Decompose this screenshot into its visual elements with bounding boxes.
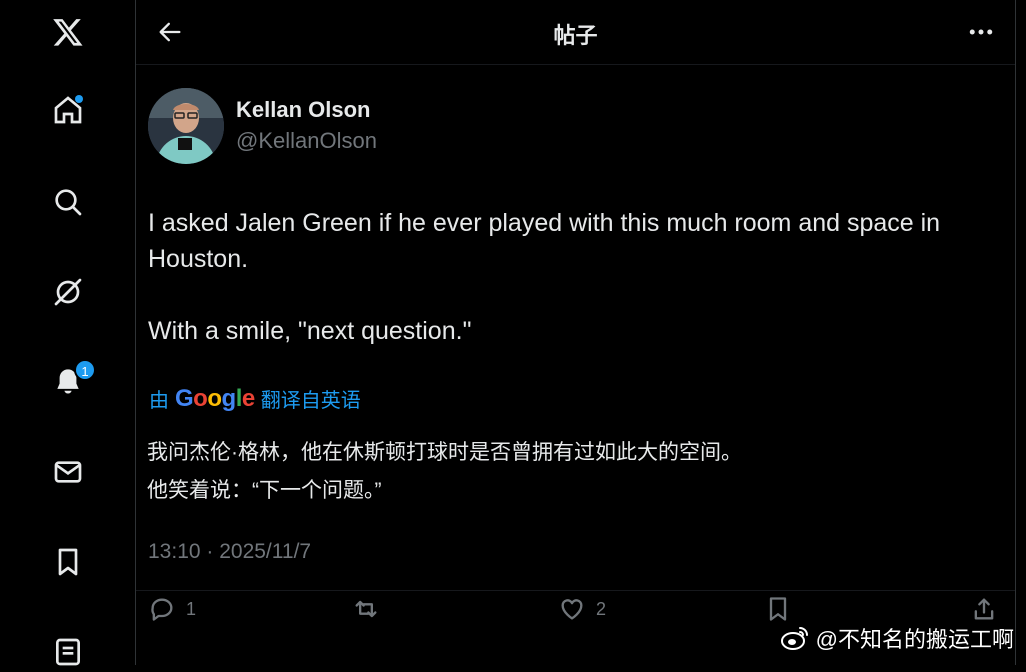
translated-line-2: 他笑着说：“下一个问题。” bbox=[147, 479, 382, 502]
share-icon bbox=[974, 598, 994, 620]
bookmark-post-icon bbox=[769, 597, 787, 621]
search-icon-svg bbox=[55, 189, 82, 216]
author-name[interactable]: Kellan Olson bbox=[236, 97, 370, 123]
watermark-text: @不知名的搬运工啊 bbox=[815, 627, 1014, 652]
top-bar: 帖子 bbox=[136, 0, 1015, 65]
search-icon[interactable] bbox=[48, 182, 88, 222]
avatar[interactable] bbox=[148, 88, 224, 164]
mail-icon-svg bbox=[54, 461, 82, 483]
translate-suffix: 翻译自英语 bbox=[260, 390, 361, 412]
post-detail-column: 帖子 Kellan Olson @KellanOlson I asked Jal… bbox=[136, 0, 1016, 665]
post-text-paragraph-1: I asked Jalen Green if he ever played wi… bbox=[148, 209, 941, 273]
page-title: 帖子 bbox=[553, 23, 598, 48]
bookmark-post-button[interactable] bbox=[764, 595, 792, 623]
list-icon[interactable] bbox=[48, 632, 88, 672]
like-count: 2 bbox=[596, 598, 607, 619]
grok-icon[interactable] bbox=[48, 272, 88, 312]
x-logo-icon[interactable] bbox=[48, 12, 88, 52]
repost-button[interactable] bbox=[352, 595, 390, 623]
notification-badge: 1 bbox=[74, 359, 96, 381]
google-logo: Google bbox=[175, 384, 255, 412]
mail-icon[interactable] bbox=[48, 452, 88, 492]
reply-icon bbox=[151, 598, 173, 621]
heart-icon bbox=[561, 599, 583, 620]
bookmark-icon[interactable] bbox=[48, 542, 88, 582]
more-icon bbox=[969, 29, 993, 35]
repost-icon bbox=[355, 600, 377, 618]
translate-prefix: 由 bbox=[149, 390, 169, 412]
home-icon[interactable] bbox=[48, 90, 88, 130]
post-text-paragraph-2: With a smile, "next question." bbox=[148, 317, 472, 345]
post-timestamp[interactable]: 13:10 · 2025/11/7 bbox=[148, 540, 311, 564]
home-notification-dot bbox=[75, 95, 83, 103]
translated-line-1: 我问杰伦·格林，他在休斯顿打球时是否曾拥有过如此大的空间。 bbox=[147, 441, 742, 464]
share-button[interactable] bbox=[970, 595, 998, 623]
translation-attribution[interactable]: 由 Google 翻译自英语 bbox=[149, 384, 361, 413]
sidebar: 1 bbox=[0, 0, 136, 666]
bell-icon[interactable]: 1 bbox=[48, 359, 96, 402]
translated-text: 我问杰伦·格林，他在休斯顿打球时是否曾拥有过如此大的空间。 他笑着说：“下一个问… bbox=[147, 434, 1007, 510]
grok-icon-svg bbox=[54, 278, 82, 306]
author-handle[interactable]: @KellanOlson bbox=[236, 128, 377, 154]
more-button[interactable] bbox=[961, 14, 1001, 50]
like-button[interactable]: 2 bbox=[558, 595, 606, 623]
list-icon-svg bbox=[56, 638, 80, 666]
bookmark-icon-svg bbox=[58, 548, 78, 576]
reply-button[interactable]: 1 bbox=[148, 595, 196, 623]
avatar-image bbox=[148, 88, 224, 164]
weibo-logo-icon bbox=[780, 627, 808, 650]
x-logo-icon-svg bbox=[53, 19, 83, 46]
reply-count: 1 bbox=[186, 598, 197, 619]
weibo-watermark: @不知名的搬运工啊 bbox=[780, 622, 1014, 654]
